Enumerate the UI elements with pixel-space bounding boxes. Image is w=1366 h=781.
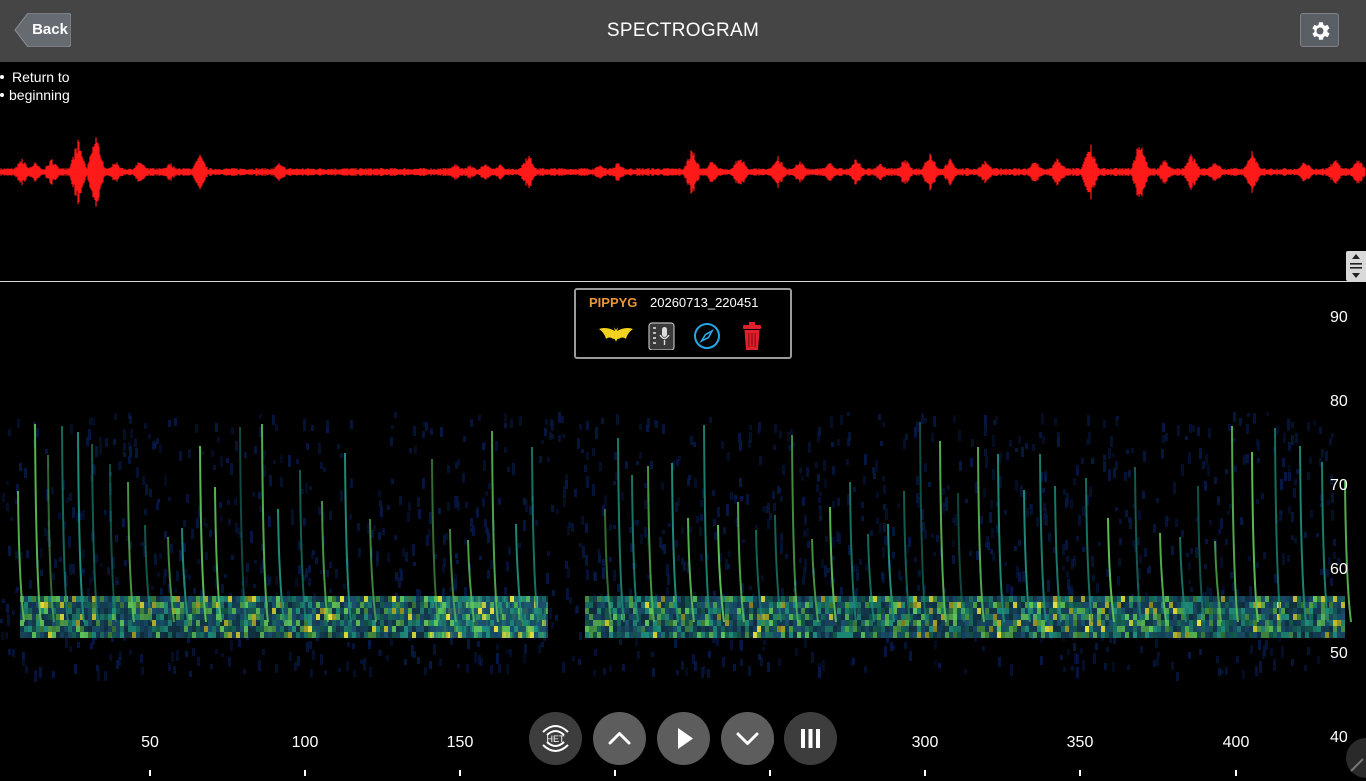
recorder-button[interactable] bbox=[646, 322, 678, 350]
het-icon: HET bbox=[542, 725, 569, 752]
time-tick-label: 150 bbox=[446, 734, 474, 751]
return-label-line2: beginning bbox=[9, 87, 70, 103]
time-tick-mark bbox=[459, 770, 461, 776]
time-tick-mark bbox=[149, 770, 151, 776]
recording-id: 20260713_220451 bbox=[650, 295, 759, 310]
time-tick-label: 100 bbox=[291, 734, 319, 751]
settings-button[interactable] bbox=[1300, 13, 1339, 47]
frequency-down-button[interactable] bbox=[721, 712, 774, 765]
waveform-panel[interactable]: Return to beginning bbox=[0, 62, 1366, 281]
time-tick-mark bbox=[1079, 770, 1081, 776]
compass-icon bbox=[694, 323, 720, 349]
het-label: HET bbox=[547, 734, 566, 744]
waveform-trace bbox=[0, 137, 1366, 207]
time-tick-label: 300 bbox=[911, 734, 939, 751]
top-bar: Back SPECTROGRAM bbox=[0, 0, 1366, 62]
gear-icon bbox=[1312, 22, 1330, 40]
play-button[interactable] bbox=[657, 712, 710, 765]
heterodyne-button[interactable]: HET bbox=[529, 712, 582, 765]
frequency-tick-label: 50 bbox=[1330, 645, 1348, 662]
chevron-up-icon bbox=[608, 732, 631, 745]
frequency-tick-label: 80 bbox=[1330, 393, 1348, 410]
recording-info-box: PIPPYG 20260713_220451 bbox=[574, 288, 792, 359]
frequency-up-button[interactable] bbox=[593, 712, 646, 765]
pause-bars-icon bbox=[801, 729, 820, 748]
time-tick-label: 400 bbox=[1222, 734, 1250, 751]
page-title: SPECTROGRAM bbox=[606, 20, 760, 41]
markers-button[interactable] bbox=[784, 712, 837, 765]
back-button[interactable]: Back bbox=[14, 13, 71, 47]
trash-icon bbox=[743, 322, 761, 350]
location-button[interactable] bbox=[691, 322, 723, 350]
time-tick-mark bbox=[1235, 770, 1237, 776]
frequency-tick-label: 90 bbox=[1330, 309, 1348, 326]
species-code: PIPPYG bbox=[589, 295, 638, 310]
frequency-tick-label: 60 bbox=[1330, 561, 1348, 578]
bat-icon bbox=[599, 327, 633, 342]
edge-pencil-icon bbox=[1346, 738, 1366, 778]
delete-button[interactable] bbox=[736, 322, 768, 350]
spectrogram-cells bbox=[0, 412, 1352, 682]
back-button-label: Back bbox=[32, 21, 68, 38]
time-tick-mark bbox=[924, 770, 926, 776]
time-tick-mark bbox=[769, 770, 771, 776]
species-button[interactable] bbox=[598, 322, 633, 350]
marker-dot bbox=[0, 75, 4, 79]
recorder-icon bbox=[648, 322, 675, 350]
marker-dot bbox=[0, 93, 4, 97]
frequency-tick-label: 70 bbox=[1330, 477, 1348, 494]
chevron-down-icon bbox=[736, 732, 759, 745]
time-tick-mark bbox=[304, 770, 306, 776]
waveform-path bbox=[0, 137, 1366, 207]
resize-handle[interactable] bbox=[1346, 251, 1366, 281]
time-tick-label: 50 bbox=[141, 734, 159, 751]
time-tick-mark bbox=[614, 770, 616, 776]
return-label-line1: Return to bbox=[12, 69, 70, 85]
play-icon bbox=[678, 728, 693, 749]
time-tick-label: 350 bbox=[1066, 734, 1094, 751]
resize-vertical-icon bbox=[1350, 254, 1362, 278]
